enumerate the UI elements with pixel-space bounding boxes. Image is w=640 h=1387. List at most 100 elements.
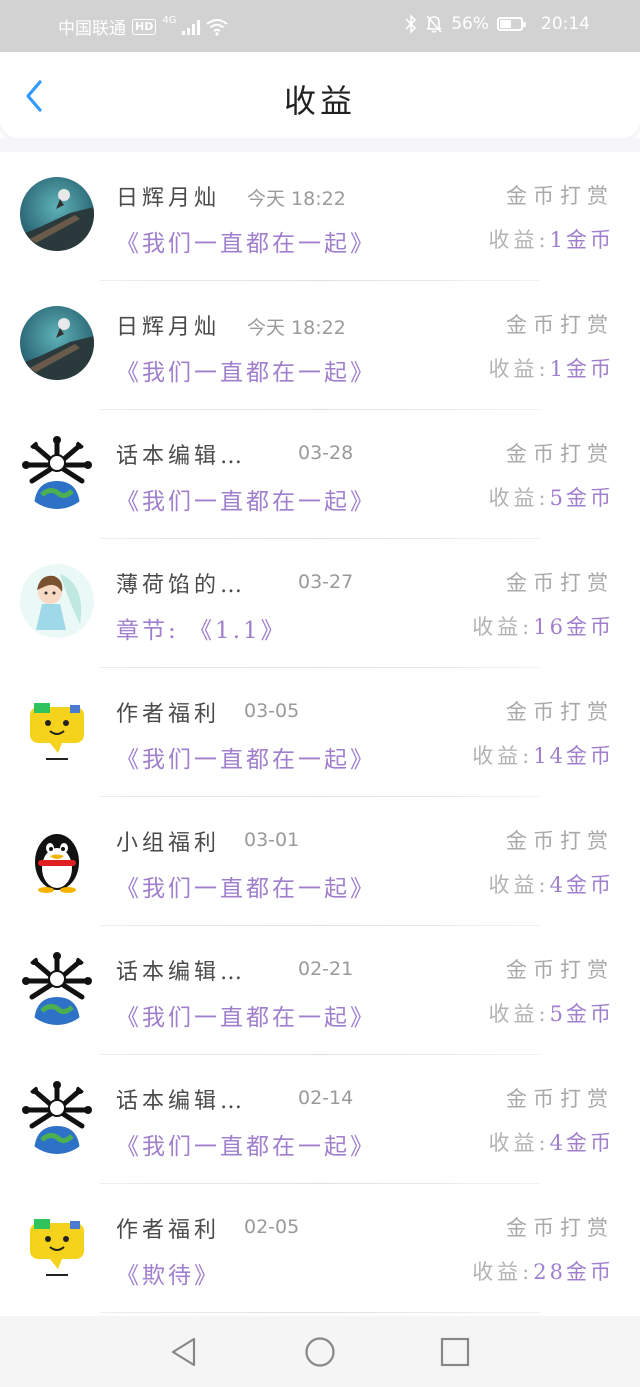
header-separator — [0, 138, 640, 152]
avatar-earth-spikes[interactable] — [20, 1080, 94, 1154]
battery-percent: 56% — [451, 14, 489, 34]
income-value: 16金币 — [533, 615, 614, 639]
income-value: 1金币 — [549, 357, 614, 381]
income-label: 收益: — [472, 1260, 534, 1284]
work-title[interactable]: 《欺待》 — [116, 1256, 220, 1290]
page-title: 收益 — [283, 82, 356, 120]
network-type: 4G — [162, 15, 177, 26]
record-time: 今天 18:22 — [247, 317, 346, 339]
avatar-earth-spikes[interactable] — [20, 951, 94, 1025]
battery-icon — [497, 17, 526, 31]
work-title[interactable]: 《我们一直都在一起》 — [116, 353, 376, 387]
reward-type: 金币打赏 — [506, 958, 614, 982]
record-time: 03-05 — [244, 700, 300, 722]
avatar-yellow-chat[interactable] — [20, 1209, 94, 1283]
work-title[interactable]: 《我们一直都在一起》 — [116, 869, 376, 903]
reward-type: 金币打赏 — [506, 571, 614, 595]
income-value: 5金币 — [549, 1002, 614, 1026]
avatar-yellow-chat[interactable] — [20, 693, 94, 767]
income-amount: 收益:16金币 — [472, 611, 614, 641]
avatar-anime-girl[interactable] — [20, 564, 94, 638]
income-value: 4金币 — [549, 873, 614, 897]
income-label: 收益: — [472, 744, 534, 768]
sender-name: 日辉月灿 — [116, 186, 221, 211]
record-time: 02-21 — [298, 958, 354, 980]
avatar-penguin[interactable] — [20, 822, 94, 896]
sender-name: 薄荷馅的… — [116, 573, 247, 598]
nav-recents-button[interactable] — [437, 1334, 473, 1370]
income-value: 28金币 — [533, 1260, 614, 1284]
sender-name: 作者福利 — [116, 1218, 221, 1243]
sender-name: 话本编辑… — [116, 444, 247, 469]
income-record-row[interactable]: 话本编辑… 03-28 金币打赏 《我们一直都在一起》 收益:5金币 — [0, 410, 640, 539]
income-record-row[interactable]: 日辉月灿 今天 18:22 金币打赏 《我们一直都在一起》 收益:1金币 — [0, 152, 640, 281]
record-time: 今天 18:22 — [247, 188, 346, 210]
income-label: 收益: — [488, 1131, 550, 1155]
reward-type: 金币打赏 — [506, 442, 614, 466]
income-record-row[interactable]: 日辉月灿 今天 18:22 金币打赏 《我们一直都在一起》 收益:1金币 — [0, 281, 640, 410]
income-record-row[interactable]: 话本编辑… 02-21 金币打赏 《我们一直都在一起》 收益:5金币 — [0, 926, 640, 1055]
sender-name: 日辉月灿 — [116, 315, 221, 340]
app-header: 收益 — [0, 52, 640, 138]
hd-badge: HD — [132, 18, 157, 35]
income-label: 收益: — [488, 486, 550, 510]
reward-type: 金币打赏 — [506, 313, 614, 337]
income-value: 1金币 — [549, 228, 614, 252]
income-amount: 收益:5金币 — [489, 998, 614, 1028]
income-amount: 收益:1金币 — [489, 353, 614, 383]
status-bar: 中国联通 HD 4G 56% 20:14 — [0, 0, 640, 52]
income-record-row[interactable]: 薄荷馅的… 03-27 金币打赏 章节: 《1.1》 收益:16金币 — [0, 539, 640, 668]
record-time: 03-28 — [298, 442, 354, 464]
income-amount: 收益:14金币 — [472, 740, 614, 770]
income-label: 收益: — [488, 357, 550, 381]
income-amount: 收益:28金币 — [472, 1256, 614, 1286]
work-title[interactable]: 《我们一直都在一起》 — [116, 998, 376, 1032]
clock: 20:14 — [541, 14, 590, 34]
bluetooth-icon — [405, 14, 417, 34]
sender-name: 话本编辑… — [116, 960, 247, 985]
sender-name: 作者福利 — [116, 702, 221, 727]
home-circle-icon — [305, 1337, 335, 1367]
reward-type: 金币打赏 — [506, 184, 614, 208]
work-title[interactable]: 《我们一直都在一起》 — [116, 482, 376, 516]
back-triangle-icon — [171, 1337, 196, 1367]
income-label: 收益: — [472, 615, 534, 639]
row-divider — [100, 1312, 540, 1313]
record-time: 03-01 — [244, 829, 300, 851]
income-record-row[interactable]: 作者福利 03-05 金币打赏 《我们一直都在一起》 收益:14金币 — [0, 668, 640, 797]
income-record-row[interactable]: 话本编辑… 02-14 金币打赏 《我们一直都在一起》 收益:4金币 — [0, 1055, 640, 1184]
income-label: 收益: — [488, 228, 550, 252]
avatar-earth-spikes[interactable] — [20, 435, 94, 509]
income-label: 收益: — [488, 1002, 550, 1026]
income-record-row[interactable]: 作者福利 02-05 金币打赏 《欺待》 收益:28金币 — [0, 1184, 640, 1313]
record-time: 02-05 — [244, 1216, 300, 1238]
reward-type: 金币打赏 — [506, 1216, 614, 1240]
mute-bell-icon — [426, 15, 442, 33]
avatar-ocean-rock[interactable] — [20, 177, 94, 251]
work-title[interactable]: 《我们一直都在一起》 — [116, 740, 376, 774]
signal-icon — [182, 19, 201, 35]
income-amount: 收益:5金币 — [489, 482, 614, 512]
income-list: 日辉月灿 今天 18:22 金币打赏 《我们一直都在一起》 收益:1金币 日辉月… — [0, 152, 640, 1313]
carrier-label: 中国联通 — [58, 19, 126, 39]
nav-home-button[interactable] — [302, 1334, 338, 1370]
sender-name: 小组福利 — [116, 831, 221, 856]
nav-back-button[interactable] — [166, 1334, 202, 1370]
reward-type: 金币打赏 — [506, 700, 614, 724]
income-record-row[interactable]: 小组福利 03-01 金币打赏 《我们一直都在一起》 收益:4金币 — [0, 797, 640, 926]
reward-type: 金币打赏 — [506, 829, 614, 853]
income-label: 收益: — [488, 873, 550, 897]
record-time: 03-27 — [298, 571, 354, 593]
income-value: 14金币 — [533, 744, 614, 768]
income-amount: 收益:4金币 — [489, 869, 614, 899]
work-title[interactable]: 《我们一直都在一起》 — [116, 224, 376, 258]
wifi-icon — [206, 18, 229, 36]
work-title[interactable]: 章节: 《1.1》 — [116, 611, 287, 645]
income-value: 4金币 — [549, 1131, 614, 1155]
reward-type: 金币打赏 — [506, 1087, 614, 1111]
avatar-ocean-rock[interactable] — [20, 306, 94, 380]
system-nav-bar — [0, 1316, 640, 1387]
income-amount: 收益:4金币 — [489, 1127, 614, 1157]
work-title[interactable]: 《我们一直都在一起》 — [116, 1127, 376, 1161]
recents-square-icon — [440, 1337, 470, 1367]
